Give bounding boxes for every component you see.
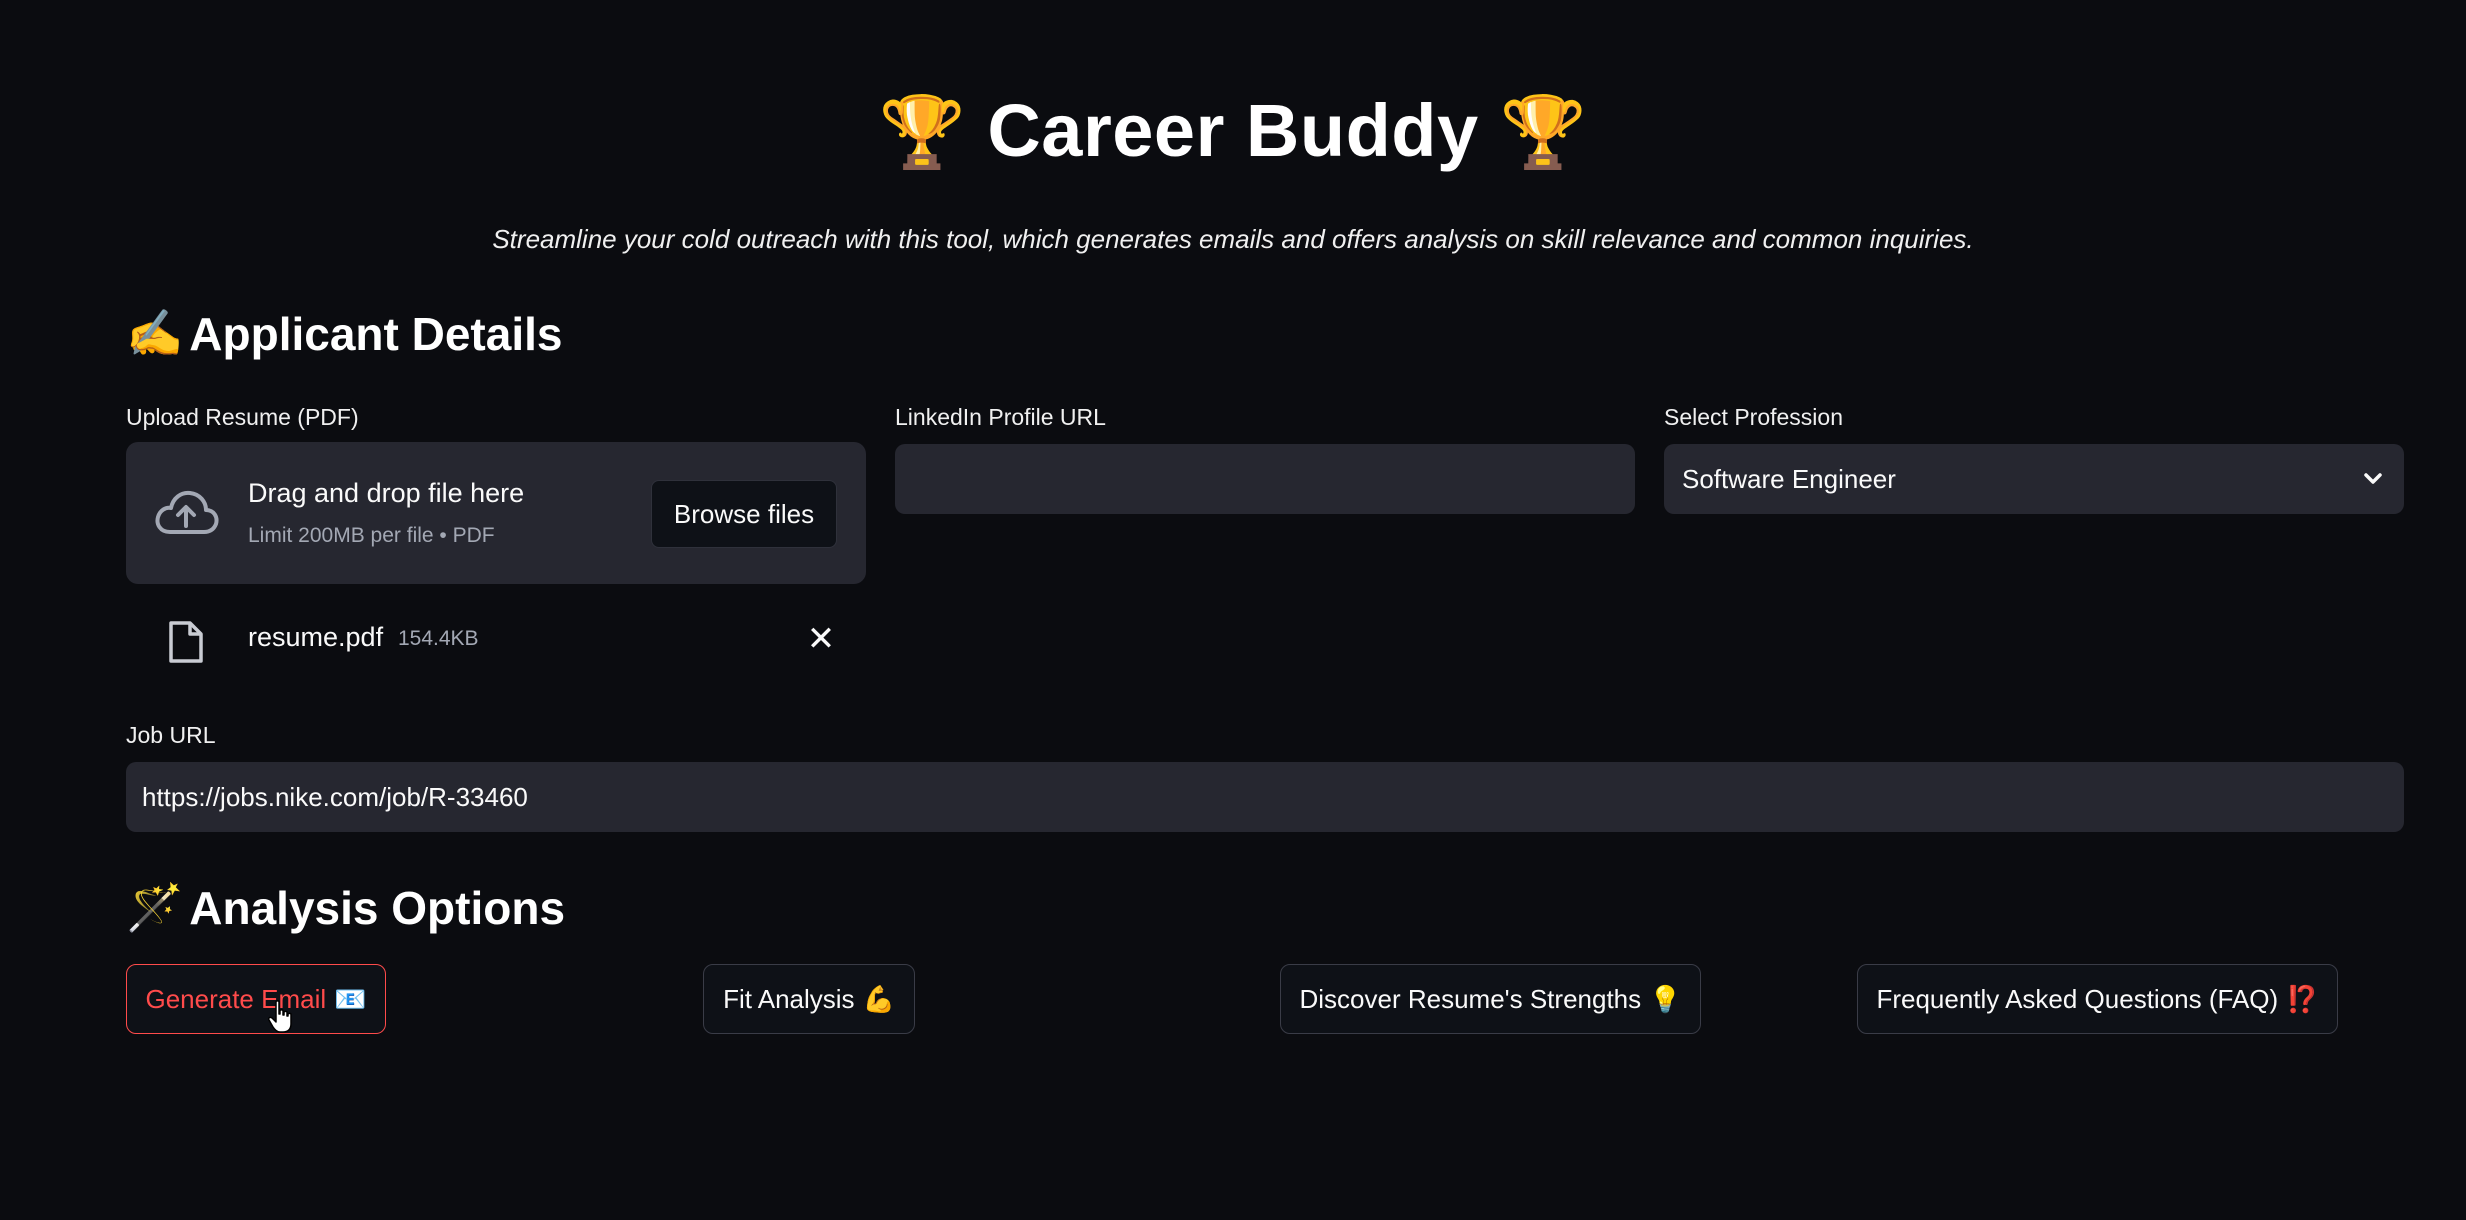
uploaded-file-size: 154.4KB — [398, 627, 479, 650]
email-icon: 📧 — [334, 983, 367, 1014]
browse-files-button[interactable]: Browse files — [651, 480, 837, 548]
dropzone-instructions: Drag and drop file here — [248, 478, 525, 508]
analysis-options-heading: 🪄 Analysis Options — [126, 880, 565, 935]
profession-select-label: Select Profession — [1664, 404, 1843, 430]
analysis-options-heading-text: Analysis Options — [189, 881, 566, 934]
trophy-icon-right: 🏆 — [1499, 93, 1588, 171]
chevron-down-icon — [2364, 473, 2382, 484]
page-subtitle: Streamline your cold outreach with this … — [492, 224, 1974, 254]
fit-analysis-button[interactable]: Fit Analysis 💪 — [703, 964, 915, 1034]
dropzone-limit-text: Limit 200MB per file • PDF — [248, 524, 495, 547]
page-title-text: Career Buddy — [987, 89, 1479, 172]
faq-label: Frequently Asked Questions (FAQ) — [1876, 983, 2279, 1014]
linkedin-url-input[interactable] — [895, 444, 1635, 514]
remove-file-close-icon[interactable]: ✕ — [800, 618, 842, 660]
interrobang-icon: ⁉️ — [2286, 983, 2319, 1014]
applicant-details-heading: ✍️ Applicant Details — [126, 306, 562, 361]
file-icon — [169, 621, 203, 663]
uploaded-file-name: resume.pdf — [248, 622, 384, 652]
resume-dropzone[interactable]: Drag and drop file here Limit 200MB per … — [126, 442, 866, 584]
resume-upload-label: Upload Resume (PDF) — [126, 404, 359, 430]
writing-hand-icon: ✍️ — [126, 307, 184, 359]
uploaded-file-row: resume.pdf 154.4KB ✕ — [126, 610, 866, 670]
flexed-biceps-icon: 💪 — [862, 983, 895, 1014]
generate-email-label: Generate Email — [145, 983, 327, 1014]
applicant-details-heading-text: Applicant Details — [189, 307, 563, 360]
page-title: 🏆 Career Buddy 🏆 — [0, 88, 2466, 174]
light-bulb-icon: 💡 — [1649, 983, 1682, 1014]
linkedin-url-label: LinkedIn Profile URL — [895, 404, 1106, 430]
cloud-upload-icon — [155, 490, 219, 534]
job-url-label: Job URL — [126, 722, 216, 748]
generate-email-button[interactable]: Generate Email 📧 — [126, 964, 386, 1034]
app-page: 🏆 Career Buddy 🏆 Streamline your cold ou… — [0, 0, 2466, 1220]
resume-strengths-button[interactable]: Discover Resume's Strengths 💡 — [1280, 964, 1701, 1034]
profession-selected-value: Software Engineer — [1682, 463, 1896, 494]
fit-analysis-label: Fit Analysis — [723, 983, 855, 1014]
faq-button[interactable]: Frequently Asked Questions (FAQ) ⁉️ — [1857, 964, 2338, 1034]
hand-pointer-cursor-icon — [268, 1000, 292, 1033]
trophy-icon-left: 🏆 — [878, 93, 967, 171]
profession-select[interactable]: Software Engineer — [1664, 444, 2404, 514]
resume-strengths-label: Discover Resume's Strengths — [1299, 983, 1642, 1014]
job-url-input[interactable]: https://jobs.nike.com/job/R-33460 — [126, 762, 2404, 832]
magic-wand-icon: 🪄 — [126, 881, 184, 933]
